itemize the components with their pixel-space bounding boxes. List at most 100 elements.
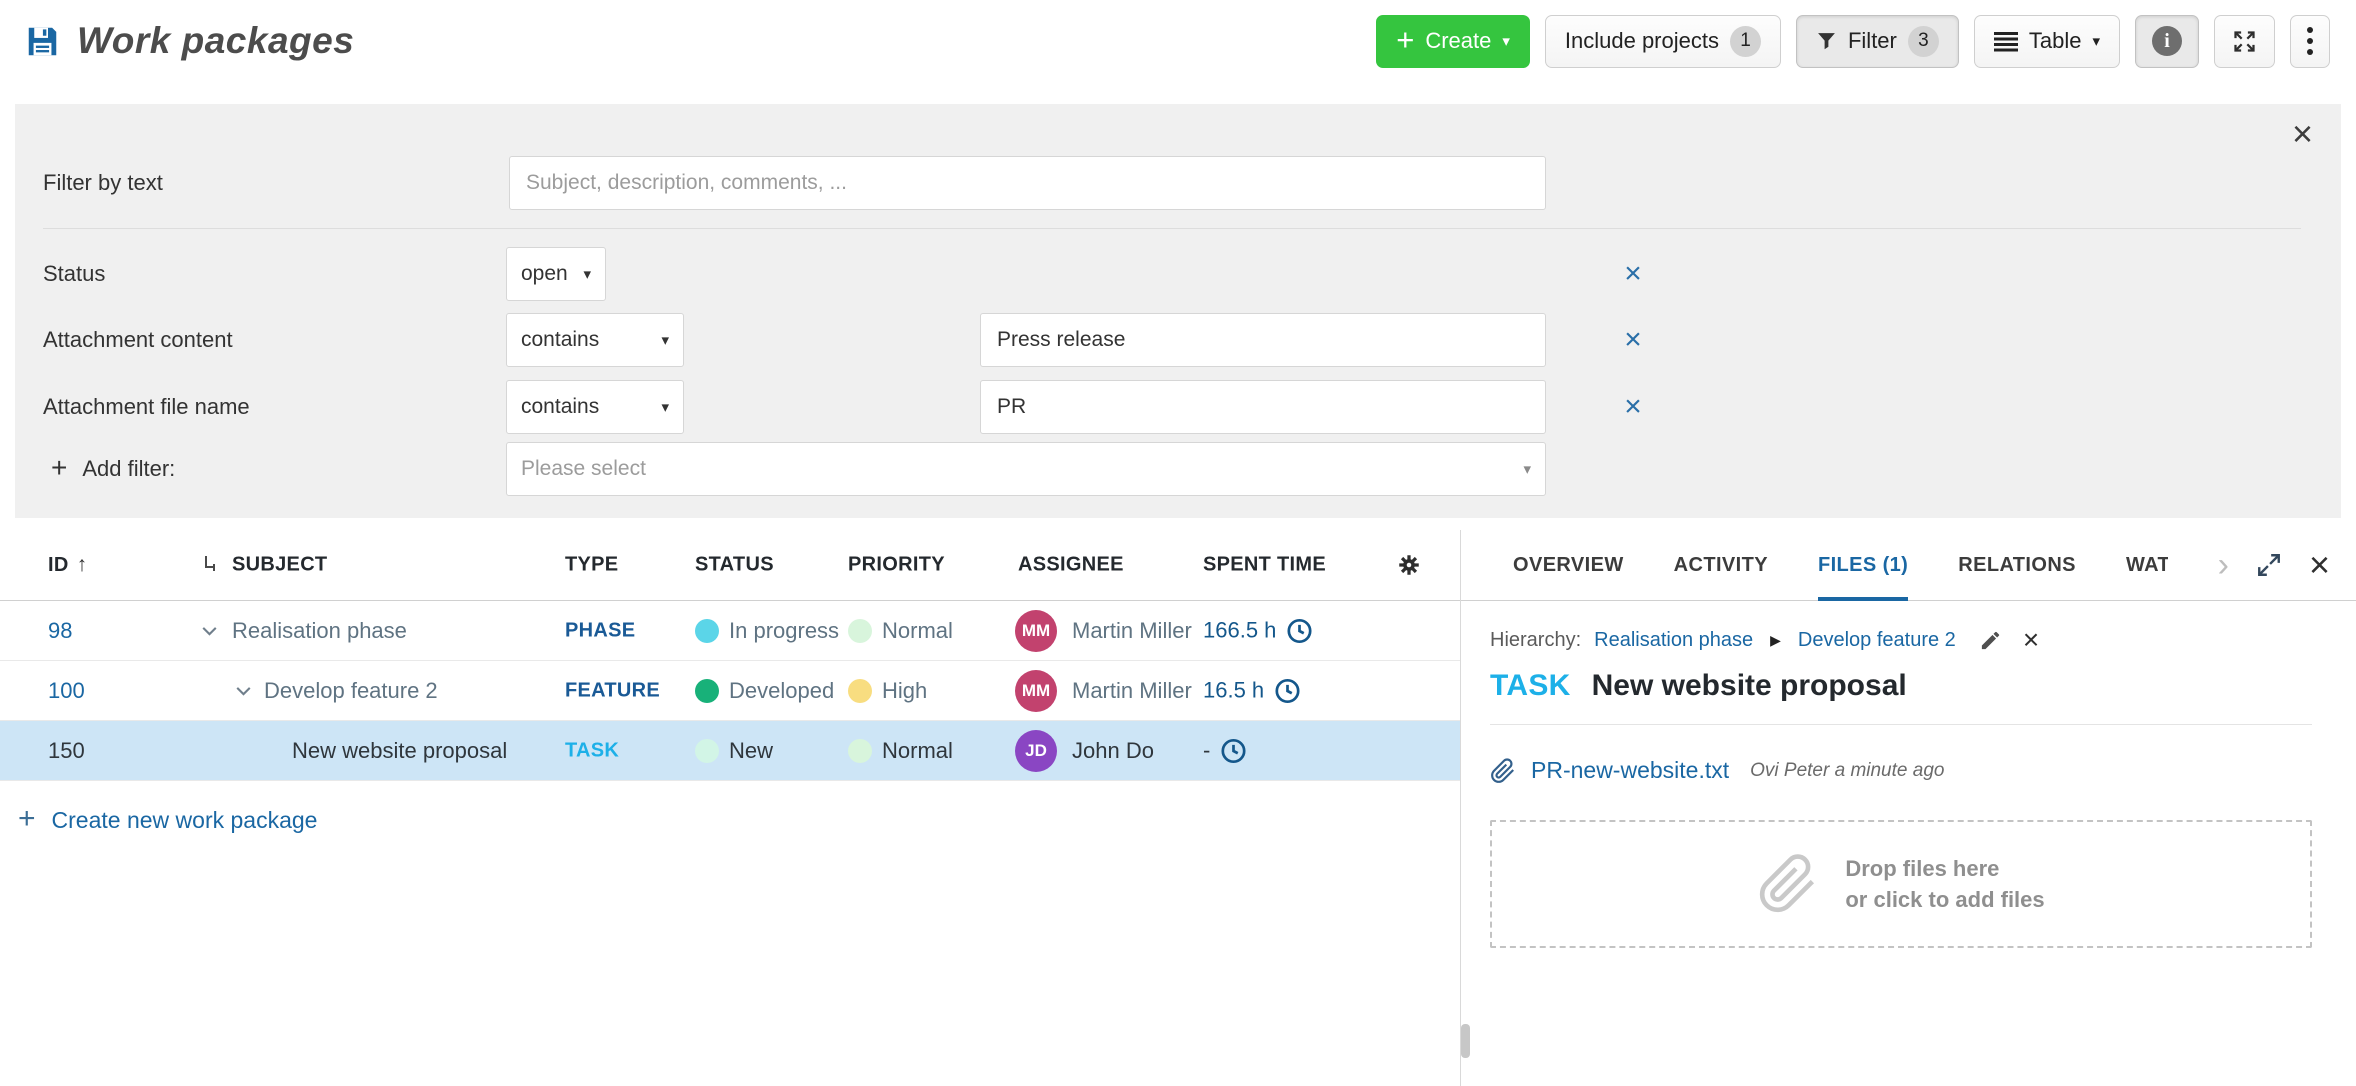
remove-attachment-file-name-filter-icon[interactable]: ×	[1613, 392, 1653, 422]
work-package-id-link[interactable]: 100	[48, 678, 85, 704]
column-header-spent-time[interactable]: SPENT TIME	[1203, 554, 1326, 577]
priority-cell[interactable]: Normal	[848, 618, 953, 644]
column-header-status[interactable]: STATUS	[695, 554, 774, 577]
remove-hierarchy-icon[interactable]: ×	[2023, 626, 2039, 654]
hierarchy-mode-icon[interactable]	[200, 553, 222, 577]
more-menu-button[interactable]	[2290, 15, 2330, 68]
table-settings-gear-icon[interactable]	[1396, 552, 1422, 578]
filter-panel: × Filter by text Status open ▾ × Attachm…	[15, 104, 2341, 518]
spent-time-link[interactable]: -	[1203, 738, 1210, 764]
column-header-type[interactable]: TYPE	[565, 554, 618, 577]
assignee-cell[interactable]: JD John Do	[1015, 730, 1154, 772]
hierarchy-breadcrumb: Hierarchy: Realisation phase ▶ Develop f…	[1490, 626, 2312, 654]
priority-cell[interactable]: Normal	[848, 738, 953, 764]
clock-icon[interactable]	[1274, 677, 1301, 704]
status-dot	[695, 739, 719, 763]
priority-cell[interactable]: High	[848, 678, 927, 704]
add-filter-placeholder: Please select	[521, 457, 646, 481]
create-new-work-package-label: Create new work package	[52, 807, 318, 834]
save-query-icon[interactable]	[26, 25, 59, 58]
filter-divider	[43, 228, 2301, 229]
dropzone-line2: or click to add files	[1845, 884, 2044, 915]
status-cell[interactable]: Developed	[695, 678, 834, 704]
status-cell[interactable]: In progress	[695, 618, 839, 644]
column-header-assignee[interactable]: ASSIGNEE	[1018, 554, 1124, 577]
attachment-file-name-value-input[interactable]	[980, 380, 1546, 434]
expand-detail-icon[interactable]	[2256, 552, 2282, 578]
type-cell[interactable]: TASK	[565, 739, 619, 762]
assignee-cell[interactable]: MM Martin Miller	[1015, 670, 1192, 712]
collapse-chevron-icon[interactable]	[232, 679, 255, 702]
create-new-work-package-link[interactable]: + Create new work package	[18, 806, 317, 834]
tabs-scroll-chevron-icon[interactable]: ›	[2218, 548, 2229, 582]
attachment-file-name-operator-select[interactable]: contains ▾	[506, 380, 684, 434]
fullscreen-button[interactable]	[2214, 15, 2275, 68]
page-title: Work packages	[77, 20, 354, 62]
spent-time-link[interactable]: 166.5 h	[1203, 618, 1276, 644]
clock-icon[interactable]	[1220, 737, 1247, 764]
clock-icon[interactable]	[1286, 617, 1313, 644]
collapse-chevron-icon[interactable]	[198, 619, 221, 642]
table-row[interactable]: 100 Develop feature 2 FEATURE Developed …	[0, 661, 1460, 721]
work-package-type[interactable]: TASK	[1490, 669, 1571, 703]
view-mode-button[interactable]: Table ▾	[1974, 15, 2120, 68]
column-header-priority[interactable]: PRIORITY	[848, 554, 945, 577]
edit-hierarchy-pencil-icon[interactable]	[1979, 629, 2002, 652]
tab-activity[interactable]: ACTIVITY	[1674, 530, 1768, 601]
subject-cell[interactable]: Realisation phase	[232, 618, 407, 644]
filter-text-input[interactable]	[509, 156, 1546, 210]
assignee-cell[interactable]: MM Martin Miller	[1015, 610, 1192, 652]
hierarchy-child-link[interactable]: Develop feature 2	[1798, 629, 1956, 652]
work-package-title[interactable]: New website proposal	[1592, 669, 1907, 703]
sort-asc-icon: ↑	[77, 553, 88, 577]
spent-time-cell[interactable]: 166.5 h	[1203, 617, 1313, 644]
type-cell[interactable]: FEATURE	[565, 679, 660, 702]
column-header-subject[interactable]: SUBJECT	[232, 554, 327, 577]
tab-relations[interactable]: RELATIONS	[1958, 530, 2076, 601]
table-scrollbar-thumb[interactable]	[1461, 1024, 1470, 1058]
close-detail-icon[interactable]: ×	[2309, 547, 2330, 583]
work-package-id-link[interactable]: 150	[48, 738, 85, 764]
breadcrumb-arrow-icon: ▶	[1770, 632, 1781, 649]
include-projects-button[interactable]: Include projects 1	[1545, 15, 1781, 68]
add-filter-button[interactable]: + Add filter:	[51, 456, 175, 482]
add-filter-select[interactable]: Please select ▾	[506, 442, 1546, 496]
filter-row-attachment-content: Attachment content contains ▾ ×	[43, 313, 2311, 367]
toolbar: + Create ▾ Include projects 1 Filter 3	[1376, 15, 2330, 68]
hierarchy-parent-link[interactable]: Realisation phase	[1594, 629, 1753, 652]
type-cell[interactable]: PHASE	[565, 619, 635, 642]
include-projects-badge: 1	[1730, 26, 1761, 57]
attachment-content-operator-value: contains	[521, 328, 599, 352]
work-package-id-link[interactable]: 98	[48, 618, 72, 644]
work-package-table: ID ↑ SUBJECT TYPE STATUS PRIORITY ASSIGN…	[0, 530, 1460, 1086]
priority-dot	[848, 739, 872, 763]
remove-status-filter-icon[interactable]: ×	[1613, 259, 1653, 289]
attachment-content-operator-select[interactable]: contains ▾	[506, 313, 684, 367]
table-row[interactable]: 98 Realisation phase PHASE In progress N…	[0, 601, 1460, 661]
status-cell[interactable]: New	[695, 738, 773, 764]
filter-panel-close-icon[interactable]: ×	[2292, 116, 2313, 152]
filter-button[interactable]: Filter 3	[1796, 15, 1959, 68]
info-button[interactable]: i	[2135, 15, 2199, 68]
spent-time-link[interactable]: 16.5 h	[1203, 678, 1264, 704]
status-label: Developed	[729, 678, 834, 704]
subject-cell[interactable]: New website proposal	[292, 738, 507, 764]
avatar: MM	[1015, 670, 1057, 712]
spent-time-cell[interactable]: 16.5 h	[1203, 677, 1301, 704]
column-header-id[interactable]: ID ↑	[48, 553, 87, 577]
tab-files[interactable]: FILES (1)	[1818, 530, 1908, 601]
status-operator-select[interactable]: open ▾	[506, 247, 606, 301]
create-button[interactable]: + Create ▾	[1376, 15, 1530, 68]
spent-time-cell[interactable]: -	[1203, 737, 1247, 764]
attachment-row[interactable]: PR-new-website.txt Ovi Peter a minute ag…	[1490, 757, 2312, 784]
subject-cell[interactable]: Develop feature 2	[264, 678, 438, 704]
remove-attachment-content-filter-icon[interactable]: ×	[1613, 325, 1653, 355]
plus-icon: +	[51, 454, 67, 482]
file-dropzone[interactable]: Drop files here or click to add files	[1490, 820, 2312, 948]
table-row-selected[interactable]: 150 New website proposal TASK New Normal…	[0, 721, 1460, 781]
attachment-file-link[interactable]: PR-new-website.txt	[1531, 757, 1729, 784]
attachment-content-value-input[interactable]	[980, 313, 1546, 367]
tab-overview[interactable]: OVERVIEW	[1513, 530, 1624, 601]
priority-dot	[848, 679, 872, 703]
tab-watchers[interactable]: WATCHERS (	[2126, 530, 2168, 601]
